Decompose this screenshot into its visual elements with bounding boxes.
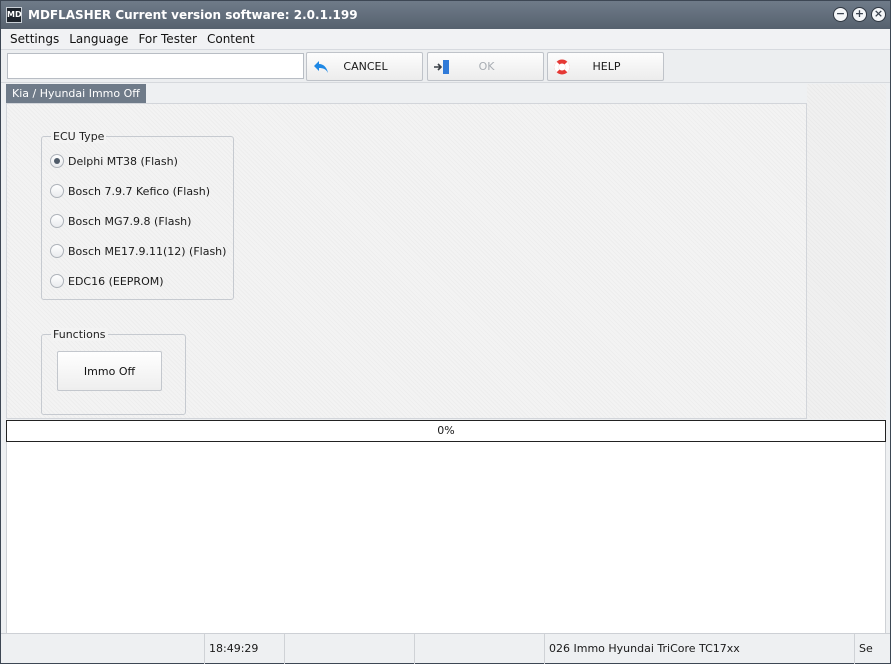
menu-bar: Settings Language For Tester Content	[1, 29, 890, 50]
title-bar[interactable]: MD MDFLASHER Current version software: 2…	[1, 1, 890, 29]
help-label: HELP	[592, 60, 621, 73]
ecu-option-label: Delphi MT38 (Flash)	[68, 154, 178, 168]
ecu-option-label: Bosch ME17.9.11(12) (Flash)	[68, 244, 227, 258]
menu-settings[interactable]: Settings	[5, 32, 64, 46]
close-icon[interactable]: ×	[871, 7, 886, 22]
ecu-option-delphi-mt38[interactable]: Delphi MT38 (Flash)	[50, 153, 178, 169]
app-logo-icon: MD	[6, 7, 22, 23]
status-cell-3	[285, 634, 415, 664]
maximize-icon[interactable]: +	[852, 7, 867, 22]
ecu-option-label: Bosch 7.9.7 Kefico (Flash)	[68, 184, 211, 198]
functions-group: Functions Immo Off	[41, 328, 186, 415]
ecu-type-group: ECU Type Delphi MT38 (Flash) Bosch 7.9.7…	[41, 130, 234, 300]
menu-language[interactable]: Language	[64, 32, 133, 46]
lifebuoy-icon	[552, 57, 572, 77]
window-controls: − + ×	[833, 7, 886, 22]
ecu-option-label: EDC16 (EEPROM)	[68, 274, 164, 288]
ecu-option-bosch-mg798[interactable]: Bosch MG7.9.8 (Flash)	[50, 213, 191, 229]
ecu-option-bosch-797-kefico[interactable]: Bosch 7.9.7 Kefico (Flash)	[50, 183, 210, 199]
cancel-label: CANCEL	[343, 60, 388, 73]
toolbar-input[interactable]	[7, 53, 304, 79]
sign-in-icon	[432, 57, 452, 77]
radio-button-checked[interactable]	[50, 154, 64, 168]
help-button[interactable]: HELP	[547, 52, 664, 81]
progress-bar: 0%	[6, 420, 886, 442]
main-panel: ECU Type Delphi MT38 (Flash) Bosch 7.9.7…	[6, 103, 807, 419]
undo-arrow-icon	[311, 57, 331, 77]
status-time: 18:49:29	[205, 634, 285, 664]
app-window: MD MDFLASHER Current version software: 2…	[0, 0, 891, 664]
status-info: 026 Immo Hyundai TriCore TC17xx	[545, 634, 855, 664]
toolbar: CANCEL OK HELP	[1, 50, 890, 83]
ok-button[interactable]: OK	[427, 52, 544, 81]
ok-label: OK	[478, 60, 495, 73]
status-cell-1	[1, 634, 205, 664]
immo-off-button[interactable]: Immo Off	[57, 351, 162, 391]
log-output[interactable]	[6, 442, 886, 633]
radio-button[interactable]	[50, 244, 64, 258]
ecu-type-legend: ECU Type	[51, 130, 107, 143]
status-extra: Se	[859, 642, 873, 655]
menu-for-tester[interactable]: For Tester	[133, 32, 202, 46]
radio-button[interactable]	[50, 274, 64, 288]
cancel-button[interactable]: CANCEL	[306, 52, 423, 81]
window-title: MDFLASHER Current version software: 2.0.…	[28, 8, 358, 22]
status-cell-4	[415, 634, 545, 664]
radio-button[interactable]	[50, 184, 64, 198]
right-pane	[807, 84, 886, 419]
menu-content[interactable]: Content	[202, 32, 260, 46]
ecu-option-label: Bosch MG7.9.8 (Flash)	[68, 214, 192, 228]
tab-kia-hyundai-immo-off[interactable]: Kia / Hyundai Immo Off	[6, 84, 146, 103]
radio-button[interactable]	[50, 214, 64, 228]
ecu-option-edc16[interactable]: EDC16 (EEPROM)	[50, 273, 164, 289]
status-bar: 18:49:29 026 Immo Hyundai TriCore TC17xx…	[1, 633, 890, 664]
ecu-option-bosch-me17911[interactable]: Bosch ME17.9.11(12) (Flash)	[50, 243, 226, 259]
progress-text: 0%	[437, 424, 455, 437]
minimize-icon[interactable]: −	[833, 7, 848, 22]
functions-legend: Functions	[51, 328, 108, 341]
